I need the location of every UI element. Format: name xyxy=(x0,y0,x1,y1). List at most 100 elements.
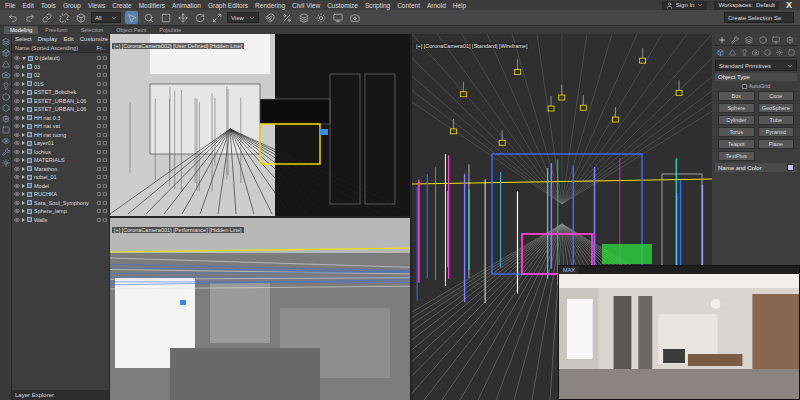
eye-icon[interactable] xyxy=(14,208,20,214)
ribbon-tab[interactable]: Object Paint xyxy=(110,26,152,34)
primitive-button[interactable]: Plane xyxy=(758,139,795,149)
expand-arrow-icon[interactable] xyxy=(22,73,25,77)
checkbox-box[interactable] xyxy=(742,84,747,89)
eye-icon[interactable] xyxy=(14,157,20,163)
render-button[interactable] xyxy=(348,11,361,24)
expand-arrow-icon[interactable] xyxy=(22,184,25,188)
render-tab[interactable]: MAX xyxy=(559,266,579,274)
render-toggle[interactable] xyxy=(103,192,107,196)
menu-item[interactable]: Edit xyxy=(22,2,33,9)
primitive-button[interactable]: GeoSphere xyxy=(758,103,795,113)
primitive-button[interactable]: Box xyxy=(718,91,755,101)
explorer-tool-icon[interactable] xyxy=(2,71,10,79)
expand-arrow-icon[interactable] xyxy=(22,209,25,213)
primitive-button[interactable]: TextPlus xyxy=(718,151,755,161)
primitive-button[interactable]: Sphere xyxy=(718,103,755,113)
freeze-toggle[interactable] xyxy=(97,65,101,69)
eye-icon[interactable] xyxy=(14,123,20,129)
reference-coordinate[interactable]: View xyxy=(227,12,259,23)
viewport-label[interactable]: [+] [CoronaCamera002] [User Defined] [Hi… xyxy=(112,43,244,49)
ribbon-tab[interactable]: Freeform xyxy=(39,26,73,34)
select-button[interactable] xyxy=(125,11,138,24)
display-icon[interactable] xyxy=(772,36,780,44)
expand-arrow-icon[interactable] xyxy=(22,175,25,179)
cameras-icon[interactable] xyxy=(752,49,759,56)
menu-item[interactable]: Customize xyxy=(327,2,358,9)
menu-item[interactable]: Graph Editors xyxy=(208,2,248,9)
eye-icon[interactable] xyxy=(14,132,20,138)
eye-icon[interactable] xyxy=(14,140,20,146)
render-toggle[interactable] xyxy=(103,150,107,154)
column-header[interactable]: Fr... xyxy=(97,45,106,51)
freeze-toggle[interactable] xyxy=(97,175,101,179)
freeze-toggle[interactable] xyxy=(97,167,101,171)
snap-button[interactable] xyxy=(263,11,276,24)
selection-filter[interactable]: All xyxy=(91,12,121,23)
sign-in[interactable]: Sign In xyxy=(662,1,708,10)
explorer-tool-icon[interactable] xyxy=(2,93,10,101)
menu-item[interactable]: Scripting xyxy=(365,2,390,9)
column-header[interactable]: Name (Sorted Ascending) xyxy=(15,45,78,51)
expand-arrow-icon[interactable] xyxy=(22,158,25,162)
category-dropdown[interactable]: Standard Primitives xyxy=(715,60,797,71)
layer-row[interactable]: ESTET_URBAN_L06 xyxy=(12,105,109,114)
motion-icon[interactable] xyxy=(759,36,767,44)
menu-item[interactable]: Content xyxy=(397,2,420,9)
layer-row[interactable]: lochius xyxy=(12,148,109,157)
layer-row[interactable]: Sara_Soul_Symphony xyxy=(12,199,109,208)
eye-icon[interactable] xyxy=(14,217,20,223)
layer-row[interactable]: 03 xyxy=(12,63,109,72)
layer-row[interactable]: ESTET_Bobchek xyxy=(12,88,109,97)
viewport-scene[interactable] xyxy=(110,218,410,400)
primitive-button[interactable]: Teapot xyxy=(718,139,755,149)
layer-row[interactable]: HH nat tuong xyxy=(12,131,109,140)
freeze-toggle[interactable] xyxy=(97,141,101,145)
eye-icon[interactable] xyxy=(14,183,20,189)
utilities-icon[interactable] xyxy=(786,36,794,44)
menu-item[interactable]: Rendering xyxy=(255,2,285,9)
layer-row[interactable]: Layer01 xyxy=(12,139,109,148)
render-toggle[interactable] xyxy=(103,175,107,179)
render-toggle[interactable] xyxy=(103,56,107,60)
expand-arrow-icon[interactable] xyxy=(22,133,25,137)
expand-arrow-icon[interactable] xyxy=(22,218,25,222)
render-toggle[interactable] xyxy=(103,107,107,111)
freeze-toggle[interactable] xyxy=(97,184,101,188)
expand-arrow-icon[interactable] xyxy=(22,124,25,128)
eye-icon[interactable] xyxy=(14,55,20,61)
layer-row[interactable]: HH nat 0.3 xyxy=(12,114,109,123)
layer-row[interactable]: 02 xyxy=(12,71,109,80)
viewport[interactable]: [+] [CoronaCamera002] [User Defined] [Hi… xyxy=(110,34,410,216)
geometry-icon[interactable] xyxy=(717,49,724,56)
render-toggle[interactable] xyxy=(103,116,107,120)
expand-arrow-icon[interactable] xyxy=(22,99,25,103)
expand-arrow-icon[interactable] xyxy=(22,141,25,145)
explorer-tool-icon[interactable] xyxy=(2,159,10,167)
helpers-icon[interactable] xyxy=(764,49,771,56)
eye-icon[interactable] xyxy=(14,72,20,78)
lights-icon[interactable] xyxy=(741,49,748,56)
freeze-toggle[interactable] xyxy=(97,201,101,205)
render-toggle[interactable] xyxy=(103,218,107,222)
explorer-menu-item[interactable]: Display xyxy=(38,36,58,42)
render-toggle[interactable] xyxy=(103,201,107,205)
viewport[interactable]: [+] [CoronaCamera001] [Performance] [Hid… xyxy=(110,218,410,400)
undo-button[interactable] xyxy=(6,11,19,24)
explorer-menu-item[interactable]: Edit xyxy=(63,36,73,42)
eye-icon[interactable] xyxy=(14,166,20,172)
explorer-menu-item[interactable]: Customize xyxy=(80,36,108,42)
render-toggle[interactable] xyxy=(103,184,107,188)
menu-item[interactable]: Views xyxy=(88,2,105,9)
freeze-toggle[interactable] xyxy=(97,133,101,137)
eye-icon[interactable] xyxy=(14,115,20,121)
redo-button[interactable] xyxy=(23,11,36,24)
viewport-scene[interactable] xyxy=(110,34,410,216)
percent-snap-button[interactable] xyxy=(280,11,293,24)
expand-arrow-icon[interactable] xyxy=(22,150,25,154)
color-swatch[interactable] xyxy=(787,164,794,171)
freeze-toggle[interactable] xyxy=(97,192,101,196)
eye-icon[interactable] xyxy=(14,89,20,95)
menu-item[interactable]: Help xyxy=(453,2,466,9)
move-button[interactable] xyxy=(176,11,189,24)
layer-row[interactable]: RUCHKA xyxy=(12,190,109,199)
